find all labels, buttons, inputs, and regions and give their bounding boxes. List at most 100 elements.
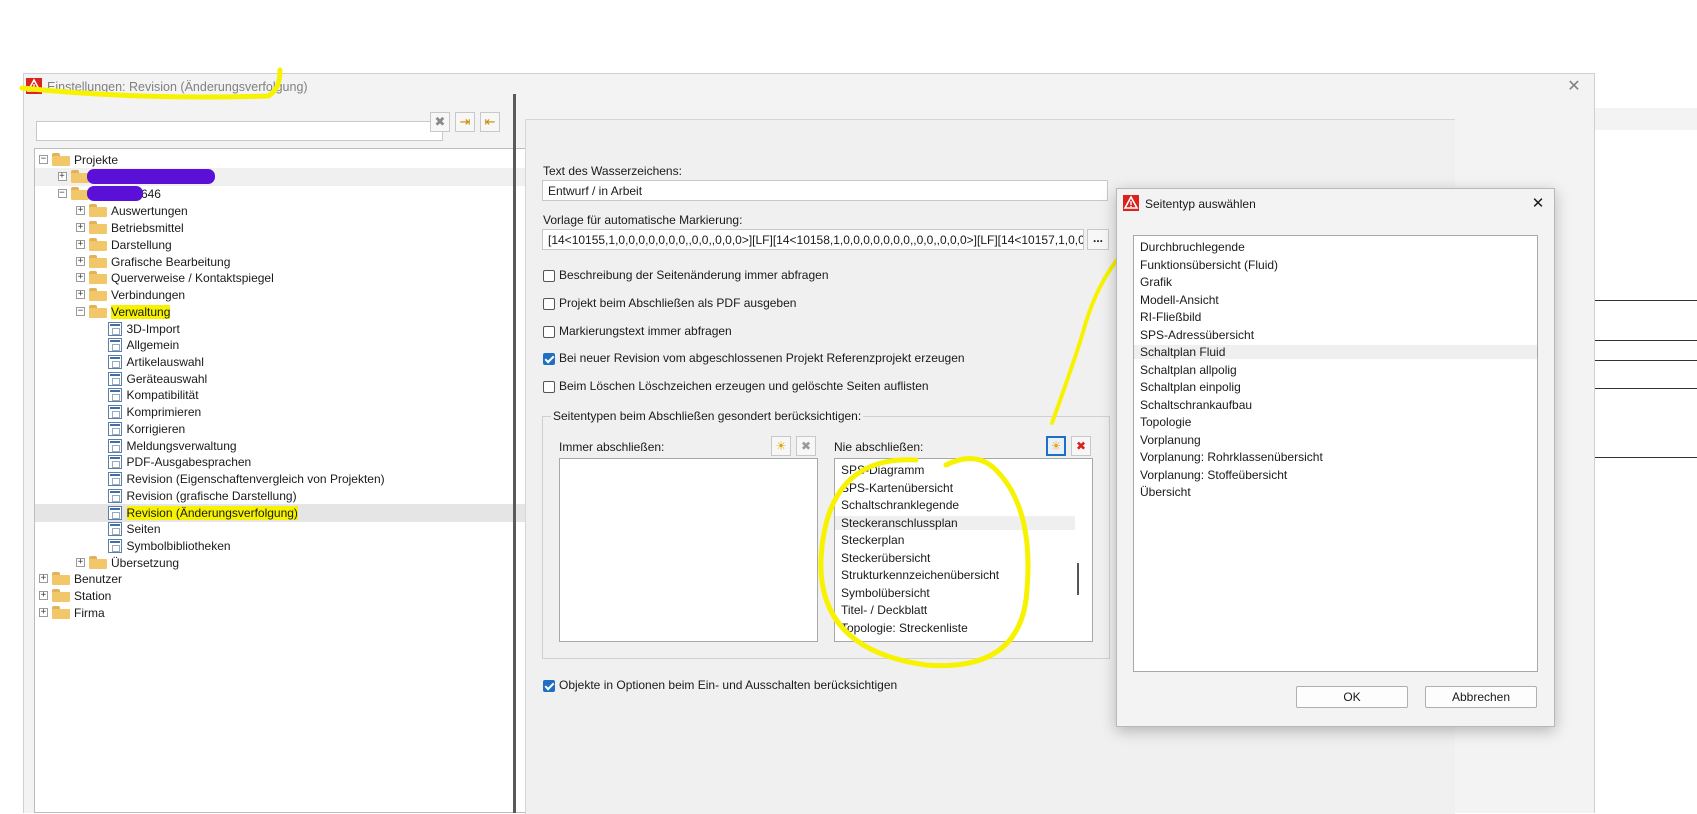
list-item[interactable]: RI-Fließbild [1140,310,1201,324]
tree-item[interactable]: −SPAN...0646 [35,185,565,203]
settings-page-icon [107,455,122,469]
tree-item-label: Querverweise / Kontaktspiegel [111,271,274,285]
tree-item[interactable]: + Benutzer [35,570,565,588]
collapse-icon[interactable]: − [57,189,67,198]
close-icon[interactable]: ✕ [1562,76,1586,98]
tree-search-input[interactable] [36,121,443,141]
option-checkbox[interactable] [543,326,555,338]
option-checkbox[interactable] [543,298,555,310]
tree-item[interactable]: Kompatibilität [35,386,565,404]
scrollbar-thumb[interactable] [1077,563,1079,595]
tree-item[interactable]: Allgemein [35,336,565,354]
list-item[interactable]: Vorplanung [1140,433,1201,447]
collapse-icon[interactable]: − [39,155,48,164]
tree-item-label: Darstellung [111,238,172,252]
list-item[interactable]: Schaltplan Fluid [1134,345,1537,359]
tree-item[interactable]: + Verbindungen [35,286,565,304]
always-close-label: Immer abschließen: [559,440,665,454]
expand-icon[interactable]: + [76,240,85,249]
tree-item-label: Grafische Bearbeitung [111,255,231,269]
tree-item[interactable]: + Betriebsmittel [35,219,565,237]
tree-item[interactable]: +HEIZH...BE 34 X S3 0 [35,168,565,186]
cancel-button[interactable]: Abbrechen [1425,686,1537,708]
panel-splitter[interactable] [513,94,516,813]
tree-item-label: Betriebsmittel [111,221,184,235]
tree-item-label: Symbolbibliotheken [126,539,231,553]
expand-icon[interactable]: + [76,558,85,567]
list-item[interactable]: Übersicht [1140,485,1191,499]
tree-item[interactable]: Artikelauswahl [35,353,565,371]
option-checkbox[interactable] [543,270,555,282]
redaction-mark [86,169,215,184]
folder-icon [52,153,70,166]
tree-item[interactable]: PDF-Ausgabesprachen [35,453,565,471]
list-item[interactable]: Topologie [1140,415,1191,429]
tree-item[interactable]: Symbolbibliotheken [35,537,565,555]
tree-item[interactable]: − Projekte [35,151,565,169]
expand-icon[interactable]: + [76,223,85,232]
settings-page-icon [107,388,122,402]
tree-item[interactable]: + Querverweise / Kontaktspiegel [35,269,565,287]
list-item[interactable]: Schaltplan allpolig [1140,363,1237,377]
expand-icon[interactable]: + [76,206,85,215]
tree-item[interactable]: + Auswertungen [35,202,565,220]
option-checkbox[interactable] [543,353,555,365]
never-remove-icon[interactable]: ✖ [1071,436,1091,456]
import-icon[interactable]: ⇥ [455,112,475,132]
tree-item-label: Allgemein [126,338,180,352]
objects-options-label: Objekte in Optionen beim Ein- und Aussch… [559,678,898,692]
list-item[interactable]: Schaltplan einpolig [1140,380,1241,394]
tree-item[interactable]: Komprimieren [35,403,565,421]
expand-icon[interactable]: + [39,574,48,583]
tree-item[interactable]: + Firma [35,604,565,622]
list-item[interactable]: Vorplanung: Stoffeübersicht [1140,468,1287,482]
popup-title: Seitentyp auswählen [1145,197,1256,211]
settings-tree[interactable]: − Projekte+HEIZH...BE 34 X S3 0−SPAN...06… [34,148,566,813]
watermark-label: Text des Wasserzeichens: [543,164,682,178]
settings-page-icon [107,405,122,419]
objects-options-checkbox[interactable] [543,680,555,692]
clear-search-icon[interactable]: ✖ [430,112,450,132]
watermark-input[interactable]: Entwurf / in Arbeit [542,180,1108,201]
popup-title-bar[interactable]: Seitentyp auswählen ✕ [1117,189,1554,217]
yellow-highlight-stroke [19,67,283,100]
page-type-list[interactable]: Durchbruchlegende Funktionsübersicht (Flu… [1133,235,1538,672]
list-item[interactable]: Grafik [1140,275,1172,289]
expand-icon[interactable]: + [76,290,85,299]
tree-item-label: PDF-Ausgabesprachen [126,455,252,469]
tree-item[interactable]: − Verwaltung [35,303,565,321]
expand-icon[interactable]: + [57,172,67,181]
tree-item[interactable]: + Station [35,587,565,605]
tree-item[interactable]: Seiten [35,520,565,538]
collapse-icon[interactable]: − [76,307,85,316]
close-icon[interactable]: ✕ [1527,193,1549,215]
list-item[interactable]: Schaltschrankaufbau [1140,398,1252,412]
tree-item[interactable]: Revision (grafische Darstellung) [35,487,565,505]
option-checkbox[interactable] [543,381,555,393]
tree-item[interactable]: + Darstellung [35,236,565,254]
expand-icon[interactable]: + [76,257,85,266]
title-bar[interactable]: Einstellungen: Revision (Änderungsverfol… [19,67,1594,102]
always-add-icon[interactable]: ☀ [771,436,791,456]
list-item[interactable]: SPS-Adressübersicht [1140,328,1254,342]
tree-item-label: Auswertungen [111,204,188,218]
tree-item-label: Geräteauswahl [126,372,208,386]
ok-button[interactable]: OK [1296,686,1408,708]
list-item[interactable]: Durchbruchlegende [1140,240,1245,254]
tree-item-label: Revision (Eigenschaftenvergleich von Pro… [126,472,385,486]
settings-page-icon [107,422,122,436]
expand-icon[interactable]: + [39,608,48,617]
always-close-list[interactable] [559,458,818,642]
list-item[interactable]: Funktionsübersicht (Fluid) [1140,258,1278,272]
export-icon[interactable]: ⇤ [480,112,500,132]
expand-icon[interactable]: + [39,591,48,600]
settings-page-icon [107,372,122,386]
warning-logo-icon [1123,195,1139,211]
template-input[interactable]: [14<10155,1,0,0,0,0,0,0,0,,0,0,,0,0,0>][… [542,229,1084,250]
tree-item[interactable]: Korrigieren [35,420,565,438]
expand-icon[interactable]: + [76,273,85,282]
list-item[interactable]: Modell-Ansicht [1140,293,1219,307]
tree-item[interactable]: Revision (Eigenschaftenvergleich von Pro… [35,470,565,488]
list-item[interactable]: Vorplanung: Rohrklassenübersicht [1140,450,1323,464]
tree-item-label: Meldungsverwaltung [126,439,237,453]
